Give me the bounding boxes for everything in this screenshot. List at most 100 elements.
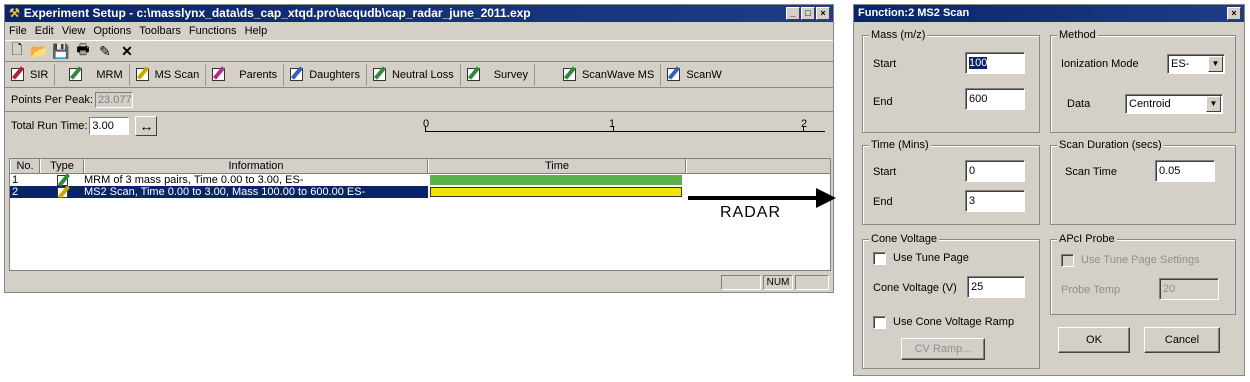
cancel-button[interactable]: Cancel <box>1144 327 1220 353</box>
total-run-time-input[interactable]: 3.00 <box>89 117 130 135</box>
menu-functions[interactable]: Functions <box>189 25 237 37</box>
time-group: Time (Mins) Start 0 End 3 <box>862 139 1040 225</box>
status-pane <box>721 275 761 290</box>
status-bar: NUM <box>5 273 833 292</box>
mass-start-value: 100 <box>969 57 988 69</box>
mass-end-input[interactable]: 600 <box>965 88 1025 110</box>
resize-arrows-button[interactable]: ↔ <box>135 116 158 136</box>
data-select[interactable]: Centroid ▼ <box>1125 94 1223 114</box>
scan-time-label: Scan Time <box>1065 166 1117 178</box>
app-icon: ⚒ <box>9 6 20 20</box>
points-per-peak-row: Points Per Peak: 23.077 <box>5 88 833 112</box>
col-type[interactable]: Type <box>40 159 84 173</box>
daughters-button[interactable]: Daughters <box>284 63 367 86</box>
menu-help[interactable]: Help <box>245 25 268 37</box>
use-cone-voltage-ramp-label: Use Cone Voltage Ramp <box>893 316 1015 328</box>
cv-ramp-button[interactable]: CV Ramp... <box>901 338 985 360</box>
ionization-mode-label: Ionization Mode <box>1061 58 1139 70</box>
scanwave-ms-button[interactable]: ScanWave MS <box>535 63 662 86</box>
points-per-peak-field: 23.077 <box>94 91 133 108</box>
print-icon[interactable]: 🖶 <box>75 41 91 59</box>
col-information[interactable]: Information <box>84 159 428 173</box>
menu-edit[interactable]: Edit <box>35 25 54 37</box>
neutral-loss-button[interactable]: Neutral Loss <box>367 63 461 86</box>
save-icon[interactable]: 💾 <box>52 43 69 59</box>
row-type <box>40 186 84 198</box>
time-tick-0: 0 <box>423 118 430 130</box>
time-tick-2: 2 <box>801 118 808 130</box>
col-time[interactable]: Time <box>428 159 686 173</box>
scanw-button[interactable]: ScanW <box>661 64 727 86</box>
daughters-label: Daughters <box>309 68 360 81</box>
table-row[interactable]: 1 MRM of 3 mass pairs, Time 0.00 to 3.00… <box>10 174 830 186</box>
row-time <box>428 186 686 198</box>
time-start-input[interactable]: 0 <box>965 160 1025 182</box>
mrm-icon <box>69 68 83 81</box>
menu-bar: File Edit View Options Toolbars Function… <box>5 22 833 40</box>
menu-view[interactable]: View <box>62 25 86 37</box>
menu-options[interactable]: Options <box>93 25 131 37</box>
time-axis: 0 1 2 <box>423 116 827 136</box>
sir-button[interactable]: SIR <box>5 63 56 86</box>
scanw-label: ScanW <box>686 68 722 81</box>
mass-start-input[interactable]: 100 <box>965 52 1025 74</box>
scan-duration-group: Scan Duration (secs) Scan Time 0.05 <box>1050 139 1236 225</box>
title-bar: ⚒ Experiment Setup - c:\masslynx_data\ds… <box>5 5 833 22</box>
points-per-peak-label: Points Per Peak: <box>11 93 93 106</box>
sir-icon <box>11 68 24 81</box>
open-icon[interactable]: 📂 <box>30 43 47 59</box>
data-label: Data <box>1067 98 1091 110</box>
row-no: 1 <box>12 174 19 186</box>
parents-icon <box>212 68 226 81</box>
row-time <box>428 174 686 186</box>
minimize-button[interactable]: _ <box>786 7 800 20</box>
ms2-type-icon <box>56 186 68 198</box>
method-group: Method Ionization Mode ES- ▼ Data Centroi… <box>1050 29 1236 133</box>
close-button[interactable]: × <box>816 7 830 20</box>
time-start-label: Start <box>873 166 897 178</box>
status-pane <box>795 275 829 290</box>
neutral-loss-label: Neutral Loss <box>391 68 454 81</box>
maximize-button[interactable]: □ <box>801 7 815 20</box>
apci-use-tune-settings-checkbox[interactable] <box>1061 254 1074 267</box>
parents-label: Parents <box>239 68 278 81</box>
use-cone-voltage-ramp-checkbox[interactable] <box>873 316 886 329</box>
scan-duration-group-label: Scan Duration (secs) <box>1057 139 1164 151</box>
menu-toolbars[interactable]: Toolbars <box>139 25 181 37</box>
cone-voltage-input[interactable]: 25 <box>967 276 1025 298</box>
mrm-button[interactable]: MRM <box>55 63 130 86</box>
window-title: Experiment Setup - c:\masslynx_data\ds_c… <box>23 6 531 20</box>
dialog-title: Function:2 MS2 Scan <box>858 7 970 19</box>
ionization-mode-select[interactable]: ES- ▼ <box>1167 54 1225 74</box>
use-tune-page-checkbox[interactable] <box>873 252 886 265</box>
standard-toolbar: 🗋 📂 💾 🖶 ✎ ✕ <box>5 40 833 62</box>
probe-temp-input[interactable]: 20 <box>1159 278 1219 300</box>
menu-file[interactable]: File <box>9 25 27 37</box>
col-no[interactable]: No. <box>10 159 40 173</box>
sir-label: SIR <box>30 68 49 81</box>
scanw-icon <box>667 68 681 81</box>
mass-group: Mass (m/z) Start 100 End 600 <box>862 29 1040 133</box>
scan-time-input[interactable]: 0.05 <box>1155 160 1215 182</box>
ionization-mode-value: ES- <box>1171 58 1190 70</box>
ok-button[interactable]: OK <box>1058 327 1130 353</box>
ms-scan-label: MS Scan <box>154 68 200 81</box>
mrm-type-icon <box>56 174 68 186</box>
time-end-input[interactable]: 3 <box>965 190 1025 212</box>
delete-icon[interactable]: ✕ <box>119 43 135 59</box>
function-table: No. Type Information Time 1 MRM of 3 mas… <box>9 158 831 271</box>
apci-probe-group-label: APcI Probe <box>1057 233 1117 245</box>
chevron-down-icon: ▼ <box>1206 96 1221 112</box>
dialog-title-bar: Function:2 MS2 Scan × <box>854 5 1244 22</box>
time-axis-tick <box>613 126 614 132</box>
run-time-row: Total Run Time: 3.00 ↔ 0 1 2 <box>5 112 833 140</box>
scanwave-ms-icon <box>562 68 576 81</box>
ms-scan-button[interactable]: MS Scan <box>130 63 207 86</box>
col-empty <box>686 159 830 173</box>
new-icon[interactable]: 🗋 <box>9 41 25 59</box>
survey-button[interactable]: Survey <box>461 63 535 86</box>
parents-button[interactable]: Parents <box>206 63 285 86</box>
dialog-close-button[interactable]: × <box>1227 7 1241 20</box>
edit-icon[interactable]: ✎ <box>97 43 113 59</box>
probe-temp-label: Probe Temp <box>1061 284 1121 296</box>
